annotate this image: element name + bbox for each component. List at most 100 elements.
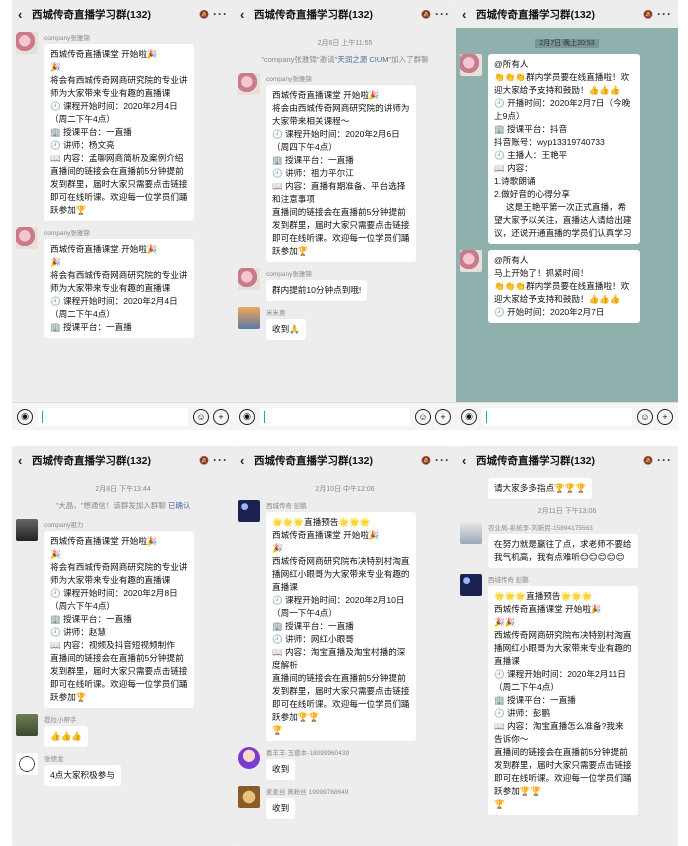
chat-header: ‹ 西城传奇直播学习群(132) 🔕 ··· [234,0,456,28]
message: @所有人 马上开始了！抓紧时间！ 👏👏👏群内学员要在线直播啦！欢迎大家给予支持和… [460,250,674,323]
chat-screen-5: ‹ 西城传奇直播学习群(132) 🔕 ··· 2月10日 中午12:06 西城传… [234,446,456,846]
avatar[interactable] [460,250,482,272]
avatar[interactable] [460,522,482,544]
emoji-icon[interactable]: ☺ [637,408,653,425]
input-bar: ◉ ☺ + [12,402,234,430]
message: 张德龙 4点大家积极参与 [16,753,230,786]
back-icon[interactable]: ‹ [18,453,32,468]
message-input[interactable] [260,407,410,426]
chat-header: ‹ 西城传奇直播学习群(132) 🔕 ··· [12,446,234,474]
message: 请大家多多指点🏆🏆🏆 [460,478,674,500]
avatar[interactable] [16,227,38,249]
chat-header: ‹ 西城传奇直播学习群(132) 🔕 ··· [12,0,234,28]
chat-screen-2: ‹ 西城传奇直播学习群(132) 🔕 ··· 2月6日 上午11:55 "com… [234,0,456,430]
sender-name: company张雅锦 [44,230,90,237]
message-bubble[interactable]: 西城传奇直播课堂 开始啦🎉 将会由西城传奇网商研究院的讲师为大家带来相关课程～ … [266,85,416,262]
back-icon[interactable]: ‹ [240,7,254,22]
sender-name: company祖力 [44,522,84,529]
back-icon[interactable]: ‹ [462,453,476,468]
timestamp: 2月11日 下午13:06 [537,508,597,515]
avatar[interactable] [16,714,38,736]
chat-screen-4: ‹ 西城传奇直播学习群(132) 🔕 ··· 2月8日 下午13:44 "大晶，… [12,446,234,846]
message: 西城传奇 彭鹏 🌟🌟🌟直播预告🌟🌟🌟 西城传奇直播课堂 开始啦🎉 🎉🎉 西城传奇… [460,574,674,815]
more-icon[interactable]: ··· [435,7,450,21]
sender-name: 喜羊羊·玉蓉本-18099960439 [266,750,350,757]
message: @所有人 👏👏👏群内学员要在线直播啦！欢迎大家给予支持和鼓励！👍👍👍 🕘 开播时… [460,54,674,244]
avatar[interactable] [16,753,38,775]
message: company张雅锦 西城传奇直播课堂 开始啦🎉 🎉 将会有西城传奇网商研究院的… [16,32,230,221]
voice-icon[interactable]: ◉ [239,408,255,425]
avatar[interactable] [238,307,260,329]
emoji-icon[interactable]: ☺ [415,408,431,425]
avatar[interactable] [238,500,260,522]
more-icon[interactable]: ··· [657,453,672,467]
message-bubble[interactable]: 👍👍👍 [44,726,89,747]
avatar[interactable] [460,574,482,596]
message-bubble[interactable]: 4点大家积极参与 [44,765,121,786]
system-notice: "company张雅锦"邀请"天润之源 CIUM"加入了群聊 [238,54,452,65]
message: company祖力 西城传奇直播课堂 开始啦🎉 🎉 将会有西城传奇网商研究院的专… [16,519,230,708]
more-icon[interactable]: ··· [213,7,228,21]
sender-name: 张德龙 [44,756,64,763]
message-bubble[interactable]: 西城传奇直播课堂 开始啦🎉 🎉 将会有西城传奇网商研究院的专业讲师为大家带来专业… [44,531,194,708]
chat-header: ‹ 西城传奇直播学习群(132) 🔕 ··· [456,0,678,28]
group-title: 西城传奇直播学习群(132) [32,8,152,21]
message-bubble[interactable]: 🌟🌟🌟直播预告🌟🌟🌟 西城传奇直播课堂 开始啦🎉 🎉🎉 西城传奇网商研究院布决特… [488,586,638,815]
message-bubble[interactable]: 西城传奇直播课堂 开始啦🎉 🎉 将会有西城传奇网商研究院的专业讲师为大家带来专业… [44,44,194,221]
back-icon[interactable]: ‹ [18,7,32,22]
voice-icon[interactable]: ◉ [461,408,477,425]
avatar[interactable] [16,32,38,54]
mute-icon: 🔕 [199,9,209,19]
message-bubble[interactable]: 收到🙏 [266,319,306,340]
mute-icon: 🔕 [199,455,209,465]
avatar[interactable] [460,54,482,76]
message-bubble[interactable]: @所有人 马上开始了！抓紧时间！ 👏👏👏群内学员要在线直播啦！欢迎大家给予支持和… [488,250,640,323]
group-title: 西城传奇直播学习群(132) [254,8,374,21]
more-icon[interactable]: ··· [213,453,228,467]
more-icon[interactable]: ··· [435,453,450,467]
input-bar: ◉ ☺ + [234,402,456,430]
group-title: 西城传奇直播学习群(132) [32,454,152,467]
message-bubble[interactable]: 西城传奇直播课堂 开始啦🎉 🎉 将会有西城传奇网商研究院的专业讲师为大家带来专业… [44,239,194,338]
system-notice: "大晶，"想通信！该群发加入群聊 已确认 [16,500,230,511]
system-text: "大晶，"想通信！该群发加入群聊 [55,501,168,510]
message-bubble[interactable]: 收到 [266,798,296,819]
message-bubble[interactable]: 在努力就是赢往了点，求老师不要给我气机高，我有点难听😊😊😊😊😊 [488,534,638,568]
voice-icon[interactable]: ◉ [17,408,33,425]
avatar[interactable] [238,786,260,808]
timestamp-text: 2月7日 晚上20:53 [535,39,599,48]
back-icon[interactable]: ‹ [462,7,476,22]
message-bubble[interactable]: 请大家多多指点🏆🏆🏆 [488,478,593,499]
mute-icon: 🔕 [643,9,653,19]
message-bubble[interactable]: 收到 [266,759,296,780]
back-icon[interactable]: ‹ [240,453,254,468]
plus-icon[interactable]: + [657,408,673,425]
sender-name: 提拉小帮手 [44,717,77,724]
message-bubble[interactable]: @所有人 👏👏👏群内学员要在线直播啦！欢迎大家给予支持和鼓励！👍👍👍 🕘 开播时… [488,54,640,244]
emoji-icon[interactable]: ☺ [193,408,209,425]
sender-name: 西城传奇 彭鹏 [488,577,529,584]
message: 米米奥 收到🙏 [238,307,452,340]
avatar[interactable] [238,747,260,769]
message-input[interactable] [482,407,632,426]
system-link[interactable]: 已确认 [168,501,191,510]
timestamp: 2月7日 晚上20:53 [460,38,674,48]
chat-screen-3: ‹ 西城传奇直播学习群(132) 🔕 ··· 2月7日 晚上20:53 @所有人… [456,0,678,430]
avatar[interactable] [16,519,38,541]
avatar-placeholder [460,478,482,500]
system-text: "company张雅锦"邀请" [261,55,338,64]
message-input[interactable] [38,407,188,426]
message-bubble[interactable]: 群内提前10分钟点到哦! [266,280,368,301]
timestamp: 2月8日 下午13:44 [95,486,151,493]
message-bubble[interactable]: 🌟🌟🌟直播预告🌟🌟🌟 西城传奇直播课堂 开始啦🎉 🎉 西城传奇网商研究院布决特别… [266,512,416,741]
sender-name: 西城传奇 彭鹏 [266,503,307,510]
message: company张雅锦 西城传奇直播课堂 开始啦🎉 将会由西城传奇网商研究院的讲师… [238,73,452,262]
avatar[interactable] [238,73,260,95]
system-link[interactable]: 天润之源 CIUM [337,55,388,64]
plus-icon[interactable]: + [435,408,451,425]
plus-icon[interactable]: + [213,408,229,425]
avatar[interactable] [238,268,260,290]
mute-icon: 🔕 [421,9,431,19]
mute-icon: 🔕 [643,455,653,465]
more-icon[interactable]: ··· [657,7,672,21]
